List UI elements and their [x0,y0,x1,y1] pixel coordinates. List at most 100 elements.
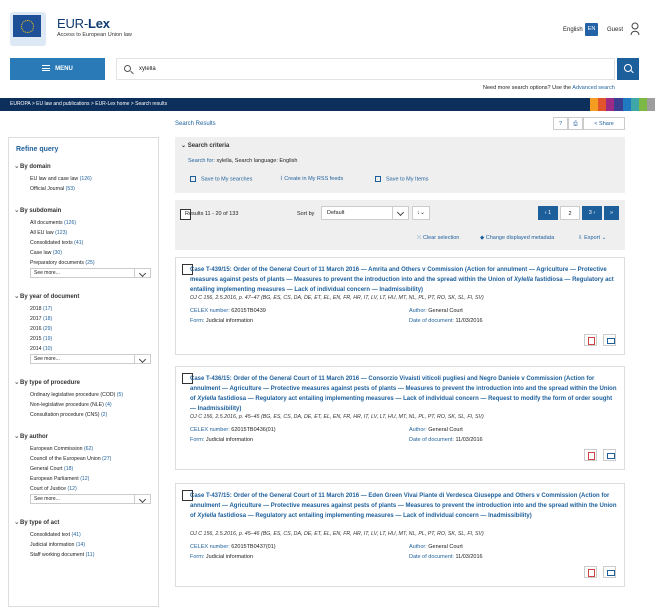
filter-item[interactable]: 2018 (17) [15,304,154,314]
criteria-value: xylella, Search language: English [216,158,298,164]
filter-item-count: (123) [55,230,68,236]
filter-item[interactable]: European Parliament (12) [15,474,154,484]
filter-item[interactable]: Consolidated text (41) [15,530,154,540]
see-more-select[interactable]: See more... [30,354,151,364]
hamburger-icon [42,65,51,72]
see-more-select[interactable]: See more... [30,494,151,504]
document-form: Form: Judicial information [190,437,253,443]
search-result-item: Case T-437/15: Order of the General Cour… [175,483,625,587]
filter-group-heading[interactable]: By type of act [15,520,154,530]
filter-item[interactable]: Consultation procedure (CNS) (2) [15,410,154,420]
site-tagline: Access to European Union law [57,32,132,38]
last-page-button[interactable]: » [604,206,619,220]
filter-item-count: (41) [74,240,84,246]
language-selector[interactable]: English [563,27,583,33]
title-italic: Xylella [197,396,217,402]
search-input[interactable] [139,62,539,76]
filter-group-heading[interactable]: By author [15,434,154,444]
site-name-bold: Lex [87,16,110,31]
filter-item-count: (30) [52,250,63,256]
save-to-my-items-link[interactable]: Save to My Items [375,176,429,182]
filter-group: By year of document2018 (17)2017 (18)201… [15,294,154,364]
save-icon [190,176,196,182]
filter-item[interactable]: Staff working document (11) [15,550,154,560]
advanced-search-link[interactable]: Advanced search [572,85,615,91]
user-icon[interactable] [630,22,640,36]
language-code-badge[interactable]: EN [585,23,598,36]
export-dropdown[interactable]: ⇩ Export ⌄ [578,235,606,241]
filter-group-heading[interactable]: By year of document [15,294,154,304]
filter-item[interactable]: Non-legislative procedure (NLE) (4) [15,400,154,410]
filter-item-count: (4) [105,402,112,408]
filter-item-count: (19) [43,336,53,342]
site-header: EUR-Lex Access to European Union law Eng… [0,0,655,56]
user-name[interactable]: Guest [607,27,623,33]
filter-item[interactable]: All documents (126) [15,218,154,228]
create-rss-link[interactable]: ⌇ Create in My RSS feeds [280,176,343,182]
share-button[interactable]: < Share [583,117,625,130]
see-more-select[interactable]: See more... [30,268,151,278]
pdf-icon[interactable] [584,449,597,461]
filter-group-heading[interactable]: By domain [15,164,154,174]
filter-item[interactable]: 2014 (10) [15,344,154,354]
filter-item-label: Court of Justice [30,486,67,492]
change-metadata-link[interactable]: ◆ Change displayed metadata [480,235,554,241]
color-stripe [614,98,623,111]
form-value: Judicial information [205,554,253,560]
filter-item[interactable]: European Commission (62) [15,444,154,454]
filter-item[interactable]: Judicial information (14) [15,540,154,550]
breadcrumb-text[interactable]: EUROPA > EU law and publications > EUR-L… [10,101,167,107]
filter-item[interactable]: 2016 (29) [15,324,154,334]
filter-item[interactable]: Case law (30) [15,248,154,258]
filter-item-label: Ordinary legislative procedure (COD) [30,392,116,398]
sort-value: Default [327,210,345,216]
clear-selection-link[interactable]: ⤫ Clear selection [417,235,459,242]
date-label: Date of document: [409,554,454,560]
help-button[interactable]: ? [553,117,568,130]
color-stripe [638,98,647,111]
filter-group-heading[interactable]: By subdomain [15,208,154,218]
sort-direction-button[interactable]: ↓⌄ [412,206,430,220]
filter-item[interactable]: 2015 (19) [15,334,154,344]
search-button[interactable] [617,58,639,80]
save-to-my-searches-link[interactable]: Save to My searches [190,176,252,182]
filter-item[interactable]: Ordinary legislative procedure (COD) (5) [15,390,154,400]
filter-item[interactable]: Council of the European Union (27) [15,454,154,464]
change-metadata-label: Change displayed metadata [485,235,555,241]
filter-item-count: (10) [43,346,53,352]
previous-page-button[interactable]: ‹ 1 [538,206,558,220]
filter-item[interactable]: Consolidated texts (41) [15,238,154,248]
filter-item[interactable]: Official Journal (53) [15,184,154,194]
html-icon[interactable] [603,334,616,346]
filter-item[interactable]: All EU law (123) [15,228,154,238]
see-more-label: See more... [34,496,60,502]
filter-item-label: European Parliament [30,476,79,482]
pdf-icon[interactable] [584,566,597,578]
site-name[interactable]: EUR-Lex [57,16,110,31]
menu-button[interactable]: MENU [10,58,105,80]
sort-select[interactable]: Default [321,206,409,220]
filter-item-label: All documents [30,220,63,226]
html-icon[interactable] [603,449,616,461]
html-icon[interactable] [603,566,616,578]
filter-item-count: (53) [65,186,75,192]
filter-group-heading[interactable]: By type of procedure [15,380,154,390]
document-icon [375,176,381,182]
filter-item-label: All EU law [30,230,54,236]
search-criteria-heading[interactable]: ⌄ Search criteria [181,142,229,149]
filter-item[interactable]: Preparatory documents (25) [15,258,154,268]
pdf-icon[interactable] [584,334,597,346]
filter-item[interactable]: 2017 (18) [15,314,154,324]
celex-label: CELEX number: [190,544,230,550]
result-title-link[interactable]: Case T-439/15: Order of the General Cour… [190,265,618,295]
result-title-link[interactable]: Case T-436/15: Order of the General Cour… [190,374,618,414]
next-page-button[interactable]: 3 › [582,206,602,220]
result-title-link[interactable]: Case T-437/15: Order of the General Cour… [190,491,618,521]
filter-item[interactable]: EU law and case law (126) [15,174,154,184]
filter-item[interactable]: Court of Justice (12) [15,484,154,494]
filter-item[interactable]: General Court (18) [15,464,154,474]
filter-item-label: Consolidated texts [30,240,73,246]
eu-flag-icon [13,15,41,37]
document-date: Date of document: 11/03/2016 [409,318,483,324]
print-button[interactable]: ⎙ [568,117,583,130]
